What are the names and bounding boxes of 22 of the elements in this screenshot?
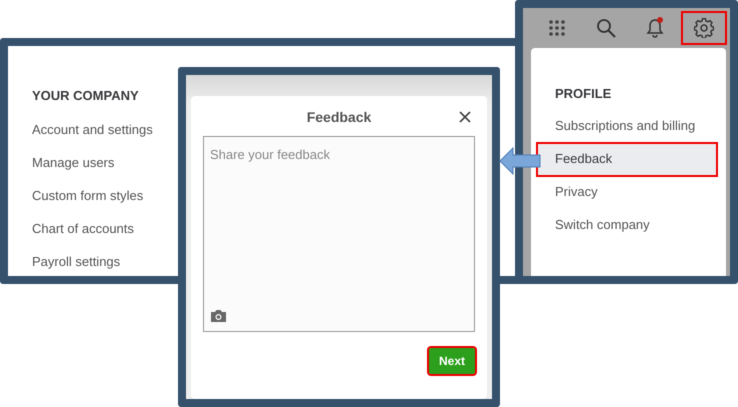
menu-heading: YOUR COMPANY	[32, 87, 140, 105]
menu-item[interactable]: Privacy	[537, 176, 717, 208]
menu-item[interactable]: Subscriptions and billing	[537, 110, 717, 142]
arrow-icon	[499, 147, 541, 175]
menu-item[interactable]: Manage users	[32, 154, 114, 170]
camera-icon[interactable]	[210, 309, 227, 323]
placeholder-text: Share your feedback	[210, 146, 331, 164]
menu-heading: PROFILE	[555, 85, 612, 103]
apps-grid-icon	[549, 20, 566, 36]
search-icon	[596, 18, 616, 38]
menu-item[interactable]: Custom form styles	[32, 188, 144, 202]
menu-item[interactable]: Payroll settings	[32, 254, 120, 268]
settings-button[interactable]	[680, 11, 727, 45]
menu-item[interactable]: Switch company	[537, 208, 717, 242]
bell-icon	[646, 18, 664, 38]
dialog-title: Feedback	[306, 108, 372, 126]
menu-item[interactable]: Chart of accounts	[32, 220, 134, 236]
menu-item[interactable]: Account and settings	[32, 122, 153, 136]
notification-dot	[656, 17, 663, 23]
menu-item[interactable]: Feedback	[537, 142, 717, 176]
close-icon[interactable]	[459, 111, 471, 123]
settings-icon	[694, 18, 714, 38]
